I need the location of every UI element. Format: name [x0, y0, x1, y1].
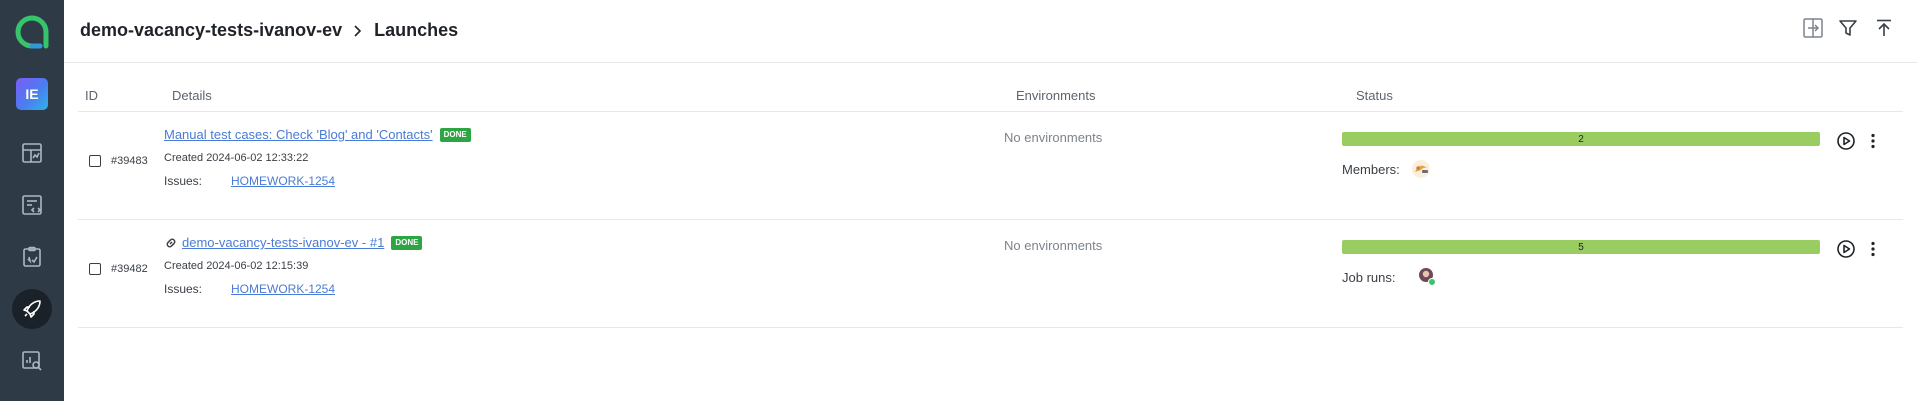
member-avatar[interactable] [1410, 158, 1432, 180]
column-header-id: ID [85, 88, 98, 103]
sidebar-item-launches[interactable] [12, 289, 52, 329]
created-date: Created 2024-06-02 12:15:39 [164, 260, 309, 272]
compare-icon[interactable] [1801, 16, 1825, 40]
table-row[interactable]: #39482 demo-vacancy-tests-ivanov-ev - #1… [78, 220, 1903, 328]
progress-count: 5 [1578, 241, 1584, 253]
issues-label: Issues: [164, 282, 203, 296]
sidebar: IE [0, 0, 64, 401]
launches-rocket-icon [23, 300, 41, 318]
allure-logo-icon[interactable] [14, 14, 50, 50]
launch-title-line: Manual test cases: Check 'Blog' and 'Con… [164, 127, 471, 142]
launch-id: #39483 [111, 155, 148, 167]
table-header: ID Details Environments Status [78, 64, 1903, 112]
created-date: Created 2024-06-02 12:33:22 [164, 152, 309, 164]
sidebar-item-test-plans[interactable] [12, 237, 52, 277]
environments-text: No environments [1004, 130, 1103, 145]
page-header: demo-vacancy-tests-ivanov-ev Launches [64, 0, 1917, 63]
test-plans-icon [23, 246, 41, 267]
test-cases-icon [22, 195, 42, 215]
sidebar-item-analytics[interactable] [12, 341, 52, 381]
run-launch-icon[interactable] [1836, 131, 1856, 151]
launches-table: ID Details Environments Status #39483 Ma… [78, 64, 1903, 328]
row-checkbox[interactable] [89, 263, 101, 275]
launch-title-link[interactable]: Manual test cases: Check 'Blog' and 'Con… [164, 127, 433, 142]
filter-icon[interactable] [1836, 16, 1860, 40]
sidebar-item-dashboards[interactable] [12, 133, 52, 173]
column-header-details: Details [172, 88, 212, 103]
status-progress-bar[interactable]: 2 [1342, 132, 1820, 146]
breadcrumb-project[interactable]: demo-vacancy-tests-ivanov-ev [80, 20, 342, 41]
chevron-right-icon [352, 24, 364, 38]
members-label: Members: [1342, 162, 1400, 177]
project-avatar[interactable]: IE [16, 78, 48, 110]
column-header-environments: Environments [1016, 88, 1096, 103]
more-actions-icon[interactable] [1867, 131, 1879, 151]
job-run-avatar[interactable] [1416, 266, 1438, 288]
progress-count: 2 [1578, 133, 1584, 145]
page-title: Launches [374, 20, 459, 40]
status-badge: DONE [439, 127, 471, 142]
run-launch-icon[interactable] [1836, 239, 1856, 259]
launch-title-line: demo-vacancy-tests-ivanov-ev - #1 DONE [164, 235, 423, 250]
dashboard-icon [22, 143, 42, 163]
row-checkbox[interactable] [89, 155, 101, 167]
breadcrumb: demo-vacancy-tests-ivanov-ev Launches [80, 20, 458, 41]
issue-link[interactable]: HOMEWORK-1254 [231, 174, 335, 188]
job-runs-label: Job runs: [1342, 270, 1396, 285]
issues-label: Issues: [164, 174, 203, 188]
launch-id: #39482 [111, 263, 148, 275]
upload-icon[interactable] [1872, 16, 1896, 40]
sidebar-item-test-cases[interactable] [12, 185, 52, 225]
more-actions-icon[interactable] [1867, 239, 1879, 259]
environments-text: No environments [1004, 238, 1103, 253]
issue-link[interactable]: HOMEWORK-1254 [231, 282, 335, 296]
column-header-status: Status [1356, 88, 1393, 103]
status-progress-bar[interactable]: 5 [1342, 240, 1820, 254]
analytics-icon [22, 351, 42, 371]
link-icon [164, 236, 178, 250]
launch-title-link[interactable]: demo-vacancy-tests-ivanov-ev - #1 [182, 235, 384, 250]
table-row[interactable]: #39483 Manual test cases: Check 'Blog' a… [78, 112, 1903, 220]
status-badge: DONE [391, 235, 423, 250]
